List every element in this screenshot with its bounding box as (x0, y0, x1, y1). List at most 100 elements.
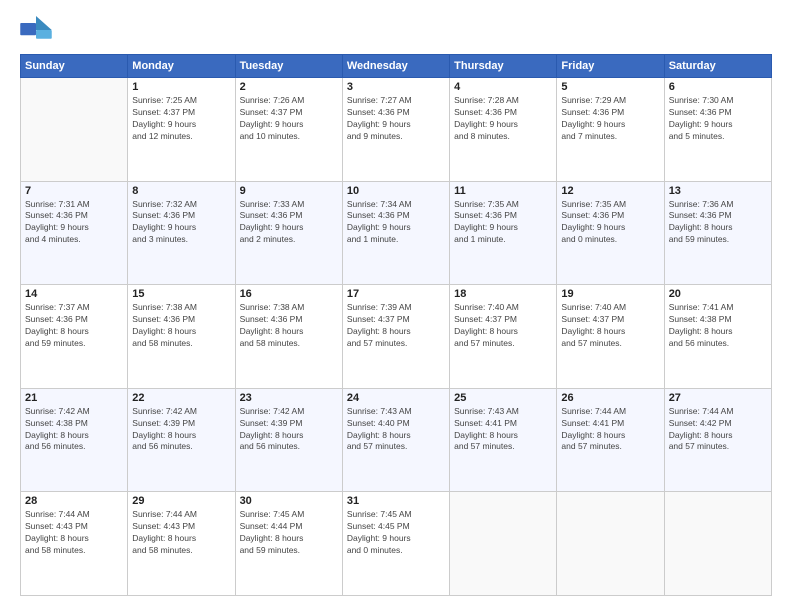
day-number: 17 (347, 288, 445, 300)
day-number: 9 (240, 185, 338, 197)
calendar-cell: 4 Sunrise: 7:28 AM Sunset: 4:36 PM Daylig… (450, 78, 557, 182)
day-info: Sunrise: 7:44 AM Sunset: 4:42 PM Dayligh… (669, 406, 767, 454)
day-number: 25 (454, 392, 552, 404)
day-info: Sunrise: 7:42 AM Sunset: 4:39 PM Dayligh… (132, 406, 230, 454)
day-info: Sunrise: 7:38 AM Sunset: 4:36 PM Dayligh… (132, 302, 230, 350)
calendar-cell (664, 492, 771, 596)
day-number: 7 (25, 185, 123, 197)
day-number: 30 (240, 495, 338, 507)
calendar-cell: 27 Sunrise: 7:44 AM Sunset: 4:42 PM Dayli… (664, 388, 771, 492)
calendar-cell: 22 Sunrise: 7:42 AM Sunset: 4:39 PM Dayli… (128, 388, 235, 492)
day-info: Sunrise: 7:40 AM Sunset: 4:37 PM Dayligh… (561, 302, 659, 350)
day-info: Sunrise: 7:45 AM Sunset: 4:44 PM Dayligh… (240, 509, 338, 557)
day-info: Sunrise: 7:32 AM Sunset: 4:36 PM Dayligh… (132, 199, 230, 247)
calendar-week-row: 1 Sunrise: 7:25 AM Sunset: 4:37 PM Daylig… (21, 78, 772, 182)
day-info: Sunrise: 7:42 AM Sunset: 4:38 PM Dayligh… (25, 406, 123, 454)
day-number: 18 (454, 288, 552, 300)
day-info: Sunrise: 7:37 AM Sunset: 4:36 PM Dayligh… (25, 302, 123, 350)
calendar-cell: 8Sunrise: 7:32 AM Sunset: 4:36 PM Daylig… (128, 181, 235, 285)
day-number: 14 (25, 288, 123, 300)
day-info: Sunrise: 7:40 AM Sunset: 4:37 PM Dayligh… (454, 302, 552, 350)
day-info: Sunrise: 7:28 AM Sunset: 4:36 PM Dayligh… (454, 95, 552, 143)
day-number: 24 (347, 392, 445, 404)
header-row: SundayMondayTuesdayWednesdayThursdayFrid… (21, 55, 772, 78)
day-info: Sunrise: 7:34 AM Sunset: 4:36 PM Dayligh… (347, 199, 445, 247)
day-info: Sunrise: 7:36 AM Sunset: 4:36 PM Dayligh… (669, 199, 767, 247)
day-info: Sunrise: 7:39 AM Sunset: 4:37 PM Dayligh… (347, 302, 445, 350)
day-info: Sunrise: 7:42 AM Sunset: 4:39 PM Dayligh… (240, 406, 338, 454)
calendar-cell: 30 Sunrise: 7:45 AM Sunset: 4:44 PM Dayli… (235, 492, 342, 596)
day-number: 20 (669, 288, 767, 300)
day-number: 6 (669, 81, 767, 93)
day-info: Sunrise: 7:26 AM Sunset: 4:37 PM Dayligh… (240, 95, 338, 143)
weekday-header: Saturday (664, 55, 771, 78)
calendar-cell: 5Sunrise: 7:29 AM Sunset: 4:36 PM Daylig… (557, 78, 664, 182)
day-info: Sunrise: 7:35 AM Sunset: 4:36 PM Dayligh… (561, 199, 659, 247)
calendar-cell (450, 492, 557, 596)
calendar-cell: 1 Sunrise: 7:25 AM Sunset: 4:37 PM Daylig… (128, 78, 235, 182)
day-number: 4 (454, 81, 552, 93)
day-number: 23 (240, 392, 338, 404)
day-number: 11 (454, 185, 552, 197)
calendar-cell: 18 Sunrise: 7:40 AM Sunset: 4:37 PM Dayli… (450, 285, 557, 389)
calendar-cell: 6 Sunrise: 7:30 AM Sunset: 4:36 PM Daylig… (664, 78, 771, 182)
calendar-cell: 15 Sunrise: 7:38 AM Sunset: 4:36 PM Dayli… (128, 285, 235, 389)
calendar-cell: 11 Sunrise: 7:35 AM Sunset: 4:36 PM Dayli… (450, 181, 557, 285)
day-info: Sunrise: 7:25 AM Sunset: 4:37 PM Dayligh… (132, 95, 230, 143)
calendar-table: SundayMondayTuesdayWednesdayThursdayFrid… (20, 54, 772, 596)
calendar-cell: 13Sunrise: 7:36 AM Sunset: 4:36 PM Dayli… (664, 181, 771, 285)
day-number: 31 (347, 495, 445, 507)
day-info: Sunrise: 7:43 AM Sunset: 4:40 PM Dayligh… (347, 406, 445, 454)
weekday-header: Monday (128, 55, 235, 78)
day-info: Sunrise: 7:41 AM Sunset: 4:38 PM Dayligh… (669, 302, 767, 350)
day-info: Sunrise: 7:43 AM Sunset: 4:41 PM Dayligh… (454, 406, 552, 454)
calendar-cell: 12 Sunrise: 7:35 AM Sunset: 4:36 PM Dayli… (557, 181, 664, 285)
day-info: Sunrise: 7:33 AM Sunset: 4:36 PM Dayligh… (240, 199, 338, 247)
calendar-cell: 14 Sunrise: 7:37 AM Sunset: 4:36 PM Dayli… (21, 285, 128, 389)
calendar-week-row: 7 Sunrise: 7:31 AM Sunset: 4:36 PM Daylig… (21, 181, 772, 285)
weekday-header: Thursday (450, 55, 557, 78)
day-number: 22 (132, 392, 230, 404)
calendar-cell (557, 492, 664, 596)
calendar-cell: 25 Sunrise: 7:43 AM Sunset: 4:41 PM Dayli… (450, 388, 557, 492)
day-number: 29 (132, 495, 230, 507)
calendar-cell: 20 Sunrise: 7:41 AM Sunset: 4:38 PM Dayli… (664, 285, 771, 389)
calendar-cell: 21 Sunrise: 7:42 AM Sunset: 4:38 PM Dayli… (21, 388, 128, 492)
day-info: Sunrise: 7:44 AM Sunset: 4:43 PM Dayligh… (132, 509, 230, 557)
logo-icon (20, 16, 52, 44)
day-number: 21 (25, 392, 123, 404)
day-info: Sunrise: 7:29 AM Sunset: 4:36 PM Dayligh… (561, 95, 659, 143)
day-info: Sunrise: 7:35 AM Sunset: 4:36 PM Dayligh… (454, 199, 552, 247)
weekday-header: Tuesday (235, 55, 342, 78)
day-number: 16 (240, 288, 338, 300)
day-number: 10 (347, 185, 445, 197)
weekday-header: Sunday (21, 55, 128, 78)
page: SundayMondayTuesdayWednesdayThursdayFrid… (0, 0, 792, 612)
day-number: 1 (132, 81, 230, 93)
calendar-cell (21, 78, 128, 182)
day-number: 15 (132, 288, 230, 300)
day-info: Sunrise: 7:31 AM Sunset: 4:36 PM Dayligh… (25, 199, 123, 247)
calendar-cell: 31 Sunrise: 7:45 AM Sunset: 4:45 PM Dayli… (342, 492, 449, 596)
day-info: Sunrise: 7:44 AM Sunset: 4:41 PM Dayligh… (561, 406, 659, 454)
calendar-cell: 3Sunrise: 7:27 AM Sunset: 4:36 PM Daylig… (342, 78, 449, 182)
calendar-cell: 24 Sunrise: 7:43 AM Sunset: 4:40 PM Dayli… (342, 388, 449, 492)
day-number: 12 (561, 185, 659, 197)
day-number: 3 (347, 81, 445, 93)
day-number: 2 (240, 81, 338, 93)
calendar-cell: 7 Sunrise: 7:31 AM Sunset: 4:36 PM Daylig… (21, 181, 128, 285)
day-number: 28 (25, 495, 123, 507)
day-number: 27 (669, 392, 767, 404)
calendar-week-row: 28 Sunrise: 7:44 AM Sunset: 4:43 PM Dayli… (21, 492, 772, 596)
day-info: Sunrise: 7:45 AM Sunset: 4:45 PM Dayligh… (347, 509, 445, 557)
calendar-cell: 23 Sunrise: 7:42 AM Sunset: 4:39 PM Dayli… (235, 388, 342, 492)
day-number: 26 (561, 392, 659, 404)
calendar-cell: 16Sunrise: 7:38 AM Sunset: 4:36 PM Dayli… (235, 285, 342, 389)
calendar-cell: 26 Sunrise: 7:44 AM Sunset: 4:41 PM Dayli… (557, 388, 664, 492)
day-info: Sunrise: 7:30 AM Sunset: 4:36 PM Dayligh… (669, 95, 767, 143)
calendar-week-row: 14 Sunrise: 7:37 AM Sunset: 4:36 PM Dayli… (21, 285, 772, 389)
header (20, 16, 772, 44)
day-info: Sunrise: 7:44 AM Sunset: 4:43 PM Dayligh… (25, 509, 123, 557)
calendar-week-row: 21 Sunrise: 7:42 AM Sunset: 4:38 PM Dayli… (21, 388, 772, 492)
calendar-cell: 19Sunrise: 7:40 AM Sunset: 4:37 PM Dayli… (557, 285, 664, 389)
